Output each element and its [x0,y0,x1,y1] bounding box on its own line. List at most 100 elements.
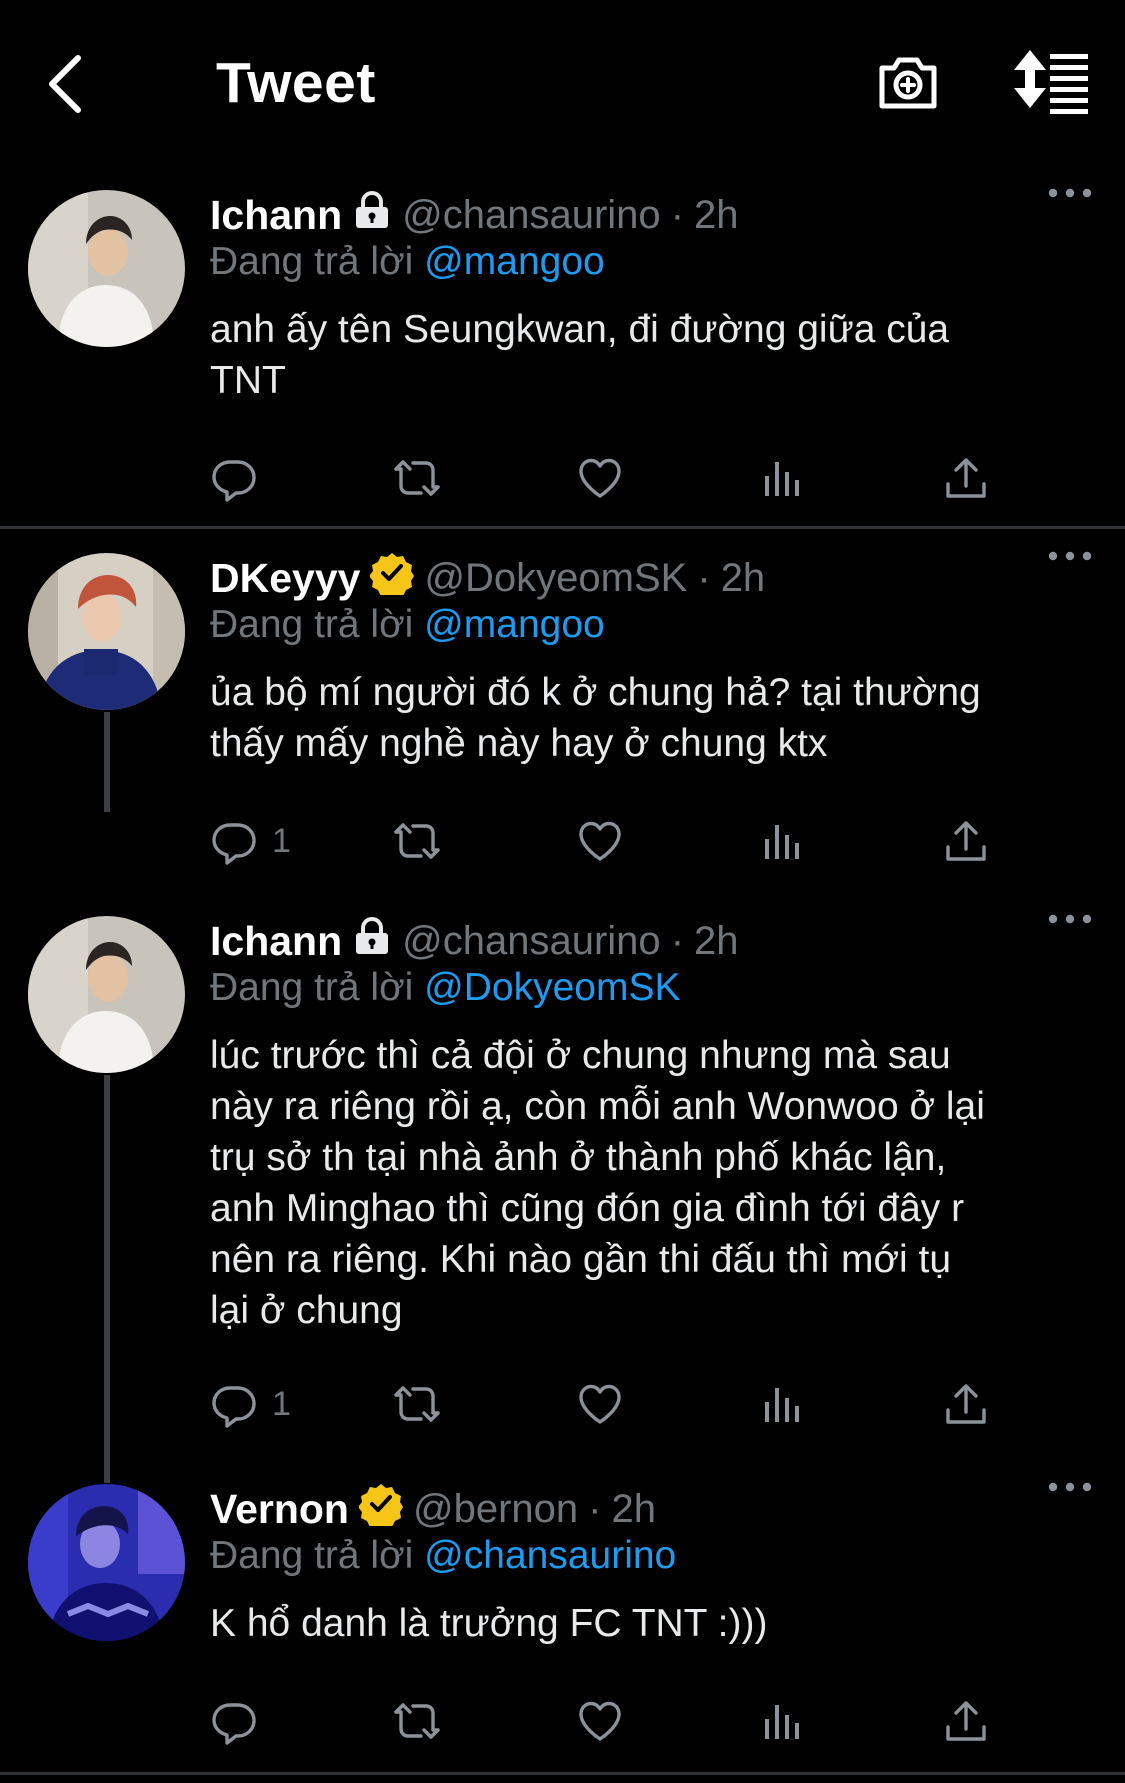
reply-icon [210,817,258,865]
like-button[interactable] [576,813,624,869]
more-options-button[interactable] [1045,904,1095,934]
camera-plus-icon [879,57,937,109]
more-dots-icon [1045,904,1095,934]
reply-button[interactable]: 1 [210,813,291,869]
tweet[interactable]: Vernon @bernon · 2h Đang trả lời @chansa… [0,1484,1125,1764]
tweet-actions: 1 [210,813,1010,869]
more-dots-icon [1045,541,1095,571]
reply-button[interactable]: 1 [210,1376,291,1432]
share-icon [942,817,990,865]
top-bar: Tweet [0,0,1125,170]
reply-mention-link[interactable]: @mangoo [424,603,605,646]
avatar-image [28,190,185,347]
timestamp[interactable]: 2h [721,556,766,601]
page-title: Tweet [216,51,376,115]
reply-prefix: Đang trả lời [210,966,414,1009]
avatar-image [28,553,185,710]
lock-icon [352,916,392,966]
views-button[interactable] [759,1376,807,1432]
retweet-button[interactable] [393,813,441,869]
tweet-text-line: anh Minghao thì cũng đón gia đình tới đâ… [210,1187,965,1230]
avatar-image [28,1484,185,1641]
tweet[interactable]: Ichann @chansaurino · 2h Đang trả lời @m… [0,190,1125,525]
reply-prefix: Đang trả lời [210,240,414,283]
share-button[interactable] [942,1693,990,1749]
back-button[interactable] [40,50,100,120]
more-options-button[interactable] [1045,541,1095,571]
tweet-text-line: trụ sở th tại nhà ảnh ở thành phố khác l… [210,1136,947,1179]
reply-icon [210,1380,258,1428]
display-name[interactable]: Vernon [210,1486,349,1533]
analytics-icon [759,454,807,502]
tweet-text: lúc trước thì cả đội ở chung nhưng mà sa… [210,1030,1090,1336]
like-button[interactable] [576,450,624,506]
avatar-image [28,916,185,1073]
like-button[interactable] [576,1376,624,1432]
divider [0,526,1125,529]
reply-prefix: Đang trả lời [210,603,414,646]
tweet[interactable]: Ichann @chansaurino · 2h Đang trả lời @D… [0,916,1125,1436]
sort-list-icon [1014,50,1088,114]
reply-button[interactable] [210,1693,272,1749]
separator-dot: · [697,555,711,600]
retweet-button[interactable] [393,1376,441,1432]
reply-count: 1 [272,821,291,860]
verified-icon [370,551,414,605]
avatar[interactable] [28,916,185,1073]
retweet-icon [393,817,441,865]
share-button[interactable] [942,450,990,506]
reply-context: Đang trả lời @chansaurino [210,1534,1090,1584]
reply-prefix: Đang trả lời [210,1534,414,1577]
reply-context: Đang trả lời @DokyeomSK [210,966,1090,1016]
user-handle[interactable]: @chansaurino [402,193,661,238]
user-handle[interactable]: @chansaurino [402,919,661,964]
display-name[interactable]: Ichann [210,192,342,239]
tweet-text-line: nên ra riêng. Khi nào gần thi đấu thì mớ… [210,1238,952,1281]
analytics-icon [759,817,807,865]
more-dots-icon [1045,178,1095,208]
views-button[interactable] [759,813,807,869]
timestamp[interactable]: 2h [694,193,739,238]
camera-button[interactable] [876,50,940,114]
display-name[interactable]: Ichann [210,918,342,965]
share-icon [942,1380,990,1428]
tweet-text-line: TNT [210,359,286,402]
tweet-text-line: lúc trước thì cả đội ở chung nhưng mà sa… [210,1034,951,1077]
reply-mention-link[interactable]: @DokyeomSK [424,966,680,1009]
more-options-button[interactable] [1045,178,1095,208]
tweet-actions [210,1693,1010,1749]
verified-icon [359,1482,403,1536]
avatar[interactable] [28,553,185,710]
reply-count: 1 [272,1384,291,1423]
reply-context: Đang trả lời @mangoo [210,240,1090,290]
user-handle[interactable]: @DokyeomSK [424,556,687,601]
heart-icon [576,454,624,502]
tweet-text-line: này ra riêng rồi ạ, còn mỗi anh Wonwoo ở… [210,1085,985,1128]
retweet-icon [393,1697,441,1745]
reply-mention-link[interactable]: @mangoo [424,240,605,283]
retweet-button[interactable] [393,450,441,506]
views-button[interactable] [759,1693,807,1749]
share-button[interactable] [942,1376,990,1432]
chevron-left-icon [49,55,81,113]
more-options-button[interactable] [1045,1472,1095,1502]
tweet-actions: 1 [210,1376,1010,1432]
sort-button[interactable] [1012,50,1092,114]
share-icon [942,454,990,502]
heart-icon [576,817,624,865]
reply-mention-link[interactable]: @chansaurino [424,1534,676,1577]
avatar[interactable] [28,190,185,347]
lock-icon [352,190,392,240]
divider [0,1772,1125,1775]
user-handle[interactable]: @bernon [413,1487,578,1532]
timestamp[interactable]: 2h [611,1487,656,1532]
views-button[interactable] [759,450,807,506]
display-name[interactable]: DKeyyy [210,555,360,602]
reply-button[interactable] [210,450,272,506]
timestamp[interactable]: 2h [694,919,739,964]
share-button[interactable] [942,813,990,869]
avatar[interactable] [28,1484,185,1641]
retweet-button[interactable] [393,1693,441,1749]
tweet[interactable]: DKeyyy @DokyeomSK · 2h Đang trả lời @man… [0,553,1125,873]
like-button[interactable] [576,1693,624,1749]
